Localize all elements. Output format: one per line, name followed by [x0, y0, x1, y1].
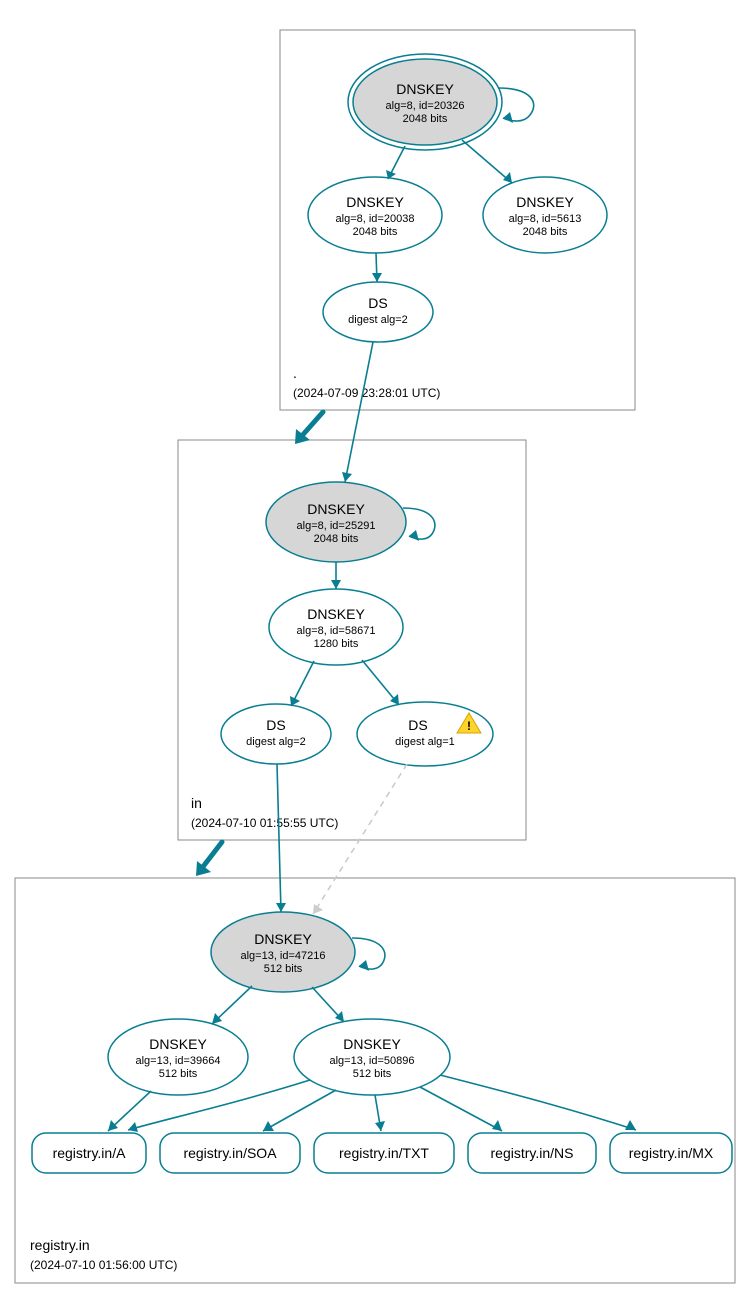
root-ksk-title: DNSKEY	[396, 81, 454, 97]
zone-registry-label: registry.in	[30, 1237, 90, 1253]
in-ds1-l1: digest alg=1	[395, 736, 455, 748]
root-ksk-l1: alg=8, id=20326	[386, 100, 465, 112]
registry-ksk-l2: 512 bits	[264, 963, 303, 975]
edge-zskb-ns	[420, 1087, 502, 1131]
in-zsk-title: DNSKEY	[307, 606, 365, 622]
registry-ksk-title: DNSKEY	[254, 931, 312, 947]
in-ds2-l1: digest alg=2	[246, 736, 306, 748]
zone-root-timestamp: (2024-07-09 23:28:01 UTC)	[293, 386, 440, 400]
root-zsk2-l2: 2048 bits	[523, 226, 568, 238]
in-zsk-l2: 1280 bits	[314, 638, 359, 650]
edge-root-ksk-self	[498, 88, 534, 121]
in-ksk-node: DNSKEY alg=8, id=25291 2048 bits	[266, 482, 406, 562]
in-ksk-title: DNSKEY	[307, 501, 365, 517]
svg-text:registry.in/TXT: registry.in/TXT	[339, 1145, 429, 1161]
root-zsk1-l2: 2048 bits	[353, 226, 398, 238]
record-soa: registry.in/SOA	[160, 1133, 300, 1173]
root-zsk2-l1: alg=8, id=5613	[509, 213, 582, 225]
record-mx: registry.in/MX	[610, 1133, 732, 1173]
edge-root-to-in-delegation	[300, 412, 323, 438]
edge-in-ksk-self	[403, 508, 435, 539]
in-ksk-l2: 2048 bits	[314, 533, 359, 545]
svg-text:registry.in/MX: registry.in/MX	[629, 1145, 714, 1161]
edge-rootksk-zsk2	[462, 140, 512, 183]
svg-text:registry.in/A: registry.in/A	[53, 1145, 127, 1161]
registry-zskb-node: DNSKEY alg=13, id=50896 512 bits	[294, 1019, 450, 1095]
registry-zskb-l2: 512 bits	[353, 1068, 392, 1080]
root-zsk1-l1: alg=8, id=20038	[336, 213, 415, 225]
svg-text:!: !	[467, 719, 471, 733]
in-ds1-node: DS digest alg=1 !	[357, 702, 493, 766]
in-ksk-l1: alg=8, id=25291	[297, 520, 376, 532]
zone-root-label: .	[293, 365, 297, 381]
edge-registry-ksk-self	[352, 938, 385, 969]
root-ds-node: DS digest alg=2	[323, 282, 433, 342]
registry-ksk-node: DNSKEY alg=13, id=47216 512 bits	[211, 912, 355, 992]
in-zsk-node: DNSKEY alg=8, id=58671 1280 bits	[269, 589, 403, 665]
root-ksk-l2: 2048 bits	[403, 113, 448, 125]
registry-zska-l2: 512 bits	[159, 1068, 198, 1080]
record-txt: registry.in/TXT	[314, 1133, 454, 1173]
registry-zskb-l1: alg=13, id=50896	[329, 1055, 414, 1067]
registry-zska-node: DNSKEY alg=13, id=39664 512 bits	[108, 1019, 248, 1095]
root-zsk2-node: DNSKEY alg=8, id=5613 2048 bits	[483, 177, 607, 253]
root-zsk2-title: DNSKEY	[516, 194, 574, 210]
svg-text:registry.in/SOA: registry.in/SOA	[183, 1145, 277, 1161]
registry-ksk-l1: alg=13, id=47216	[240, 950, 325, 962]
in-ds2-node: DS digest alg=2	[221, 704, 331, 764]
edge-zskb-soa	[263, 1090, 336, 1131]
edge-inds2-regksk	[277, 764, 281, 912]
in-zsk-l1: alg=8, id=58671	[297, 625, 376, 637]
root-zsk1-title: DNSKEY	[346, 194, 404, 210]
record-ns: registry.in/NS	[468, 1133, 596, 1173]
root-ds-l1: digest alg=2	[348, 314, 408, 326]
root-ksk-node: DNSKEY alg=8, id=20326 2048 bits	[348, 54, 502, 150]
registry-zskb-title: DNSKEY	[343, 1036, 401, 1052]
in-ds1-title: DS	[408, 717, 427, 733]
in-ds2-title: DS	[266, 717, 285, 733]
root-zsk1-node: DNSKEY alg=8, id=20038 2048 bits	[308, 177, 442, 253]
edge-rootds-inksk	[345, 342, 373, 482]
edge-zskb-mx	[440, 1075, 636, 1130]
root-ds-title: DS	[368, 295, 387, 311]
record-a: registry.in/A	[32, 1133, 146, 1173]
svg-text:registry.in/NS: registry.in/NS	[491, 1145, 574, 1161]
edge-inds1-regksk	[313, 764, 407, 914]
registry-zska-title: DNSKEY	[149, 1036, 207, 1052]
zone-in-timestamp: (2024-07-10 01:55:55 UTC)	[191, 816, 338, 830]
dnssec-graph: . (2024-07-09 23:28:01 UTC) DNSKEY alg=8…	[0, 0, 749, 1299]
zone-registry-timestamp: (2024-07-10 01:56:00 UTC)	[30, 1258, 177, 1272]
zone-in-label: in	[191, 795, 202, 811]
registry-zska-l1: alg=13, id=39664	[135, 1055, 220, 1067]
edge-in-to-registry-delegation	[202, 842, 222, 868]
